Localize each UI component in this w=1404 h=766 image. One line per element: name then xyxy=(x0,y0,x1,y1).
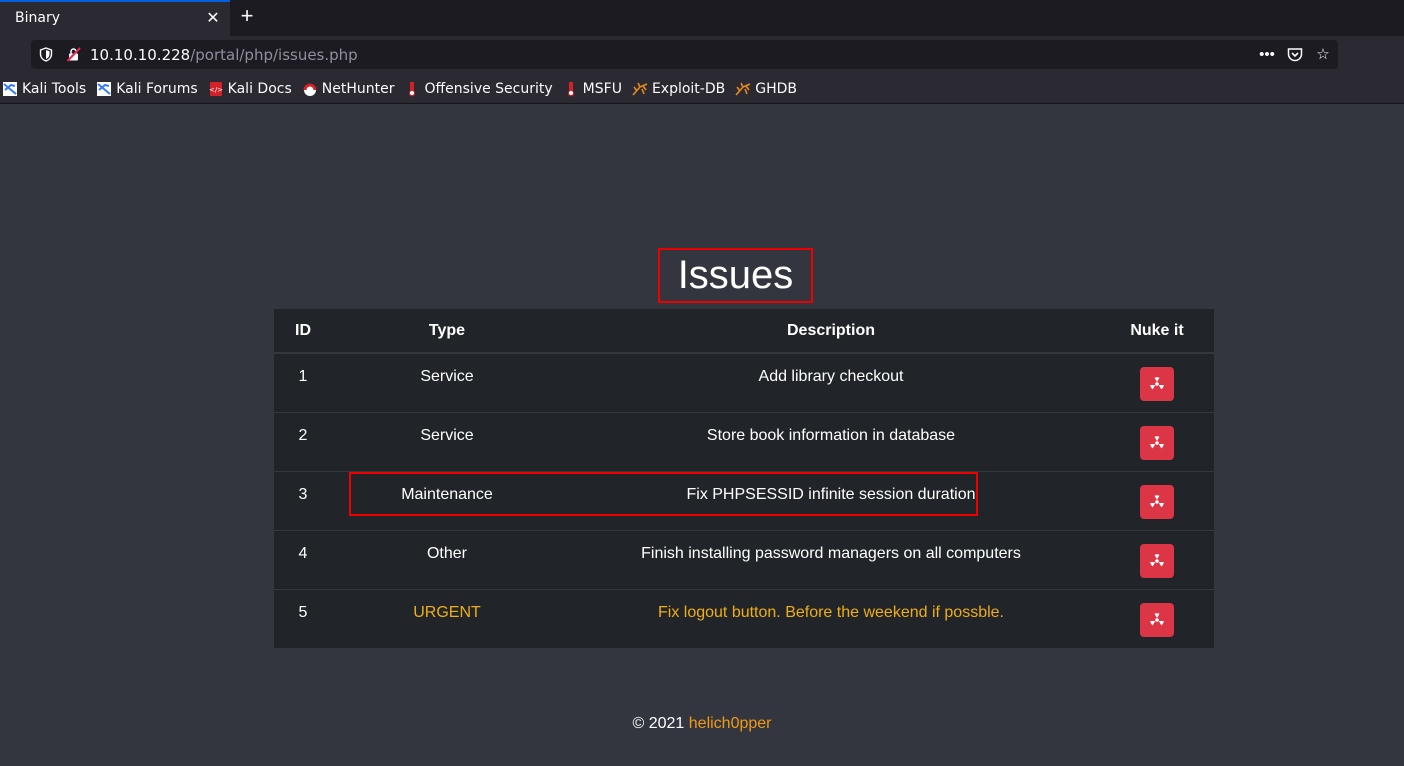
radiation-icon xyxy=(1150,553,1164,566)
nuke-cell xyxy=(1100,352,1214,412)
tab-binary[interactable]: Binary ✕ xyxy=(0,0,230,36)
issue-id: 5 xyxy=(274,588,332,648)
issue-type: Service xyxy=(332,411,562,471)
kali-icon xyxy=(2,81,18,97)
issue-description: Store book information in database xyxy=(562,411,1100,471)
bookmark-ghdb[interactable]: GHDB xyxy=(735,81,797,97)
new-tab-icon[interactable]: + xyxy=(236,5,258,29)
page-title: Issues xyxy=(677,253,794,297)
bookmark-label: Offensive Security xyxy=(424,80,553,97)
footer: © 2021 helich0pper xyxy=(0,715,1404,733)
url-path: /portal/php/issues.php xyxy=(190,46,358,64)
table-row: 5 URGENT Fix logout button. Before the w… xyxy=(274,588,1214,648)
header-type: Type xyxy=(332,309,562,354)
url-text[interactable]: 10.10.10.228/portal/php/issues.php xyxy=(90,46,358,64)
radiation-icon xyxy=(1150,377,1164,390)
bookmark-kali-forums[interactable]: Kali Forums xyxy=(96,80,198,97)
issue-description: Finish installing password managers on a… xyxy=(562,529,1100,589)
url-actions: ••• ☆ xyxy=(1258,44,1332,65)
nuke-button[interactable] xyxy=(1140,543,1174,578)
radiation-icon xyxy=(1150,494,1164,507)
nuke-cell xyxy=(1100,588,1214,648)
bookmark-label: GHDB xyxy=(755,80,797,97)
nethunter-icon xyxy=(302,81,318,97)
header-id: ID xyxy=(274,309,332,354)
bookmark-star-icon[interactable]: ☆ xyxy=(1314,46,1332,64)
bookmark-label: Kali Docs xyxy=(227,80,292,97)
offsec-icon xyxy=(563,81,579,97)
url-bar[interactable]: 10.10.10.228/portal/php/issues.php ••• ☆ xyxy=(31,40,1338,69)
table-row: 1 Service Add library checkout xyxy=(274,352,1214,412)
copyright-text: © 2021 xyxy=(632,715,685,732)
issue-id: 4 xyxy=(274,529,332,589)
bookmark-msfu[interactable]: MSFU xyxy=(563,81,622,97)
header-description: Description xyxy=(562,309,1100,354)
issue-type: URGENT xyxy=(332,588,562,648)
issue-id: 1 xyxy=(274,352,332,412)
bookmark-label: Kali Forums xyxy=(116,80,198,97)
bookmark-exploit-db[interactable]: Exploit-DB xyxy=(632,81,725,97)
insecure-lock-icon[interactable] xyxy=(66,47,82,62)
pocket-icon[interactable] xyxy=(1286,46,1304,64)
offsec-icon xyxy=(404,81,420,97)
bookmark-label: NetHunter xyxy=(321,80,395,97)
issue-description: Fix logout button. Before the weekend if… xyxy=(562,588,1100,648)
tab-strip: Binary ✕ + xyxy=(0,0,1404,36)
issue-type: Other xyxy=(332,529,562,589)
radiation-icon xyxy=(1150,435,1164,448)
nuke-button[interactable] xyxy=(1140,484,1174,519)
nuke-button[interactable] xyxy=(1140,425,1174,460)
svg-text:</>: </> xyxy=(209,86,223,94)
exploitdb-icon xyxy=(735,81,751,97)
bookmarks-toolbar: Kali Tools Kali Forums </> Kali Docs Net… xyxy=(0,74,1404,104)
row-highlight-box xyxy=(349,472,978,516)
bookmark-label: MSFU xyxy=(582,80,622,97)
exploitdb-icon xyxy=(632,81,648,97)
issue-type: Service xyxy=(332,352,562,412)
table-row: 2 Service Store book information in data… xyxy=(274,411,1214,471)
author-link[interactable]: helich0pper xyxy=(689,715,772,732)
table-header-row: ID Type Description Nuke it xyxy=(274,309,1214,354)
close-icon[interactable]: ✕ xyxy=(203,9,223,29)
kali-docs-icon: </> xyxy=(208,81,224,97)
nuke-button[interactable] xyxy=(1140,367,1174,401)
url-host: 10.10.10.228 xyxy=(90,46,191,64)
radiation-icon xyxy=(1150,612,1164,625)
bookmark-label: Exploit-DB xyxy=(651,80,726,97)
kali-icon xyxy=(96,81,112,97)
bookmark-nethunter[interactable]: NetHunter xyxy=(302,80,395,97)
nuke-cell xyxy=(1100,411,1214,471)
nuke-cell xyxy=(1100,470,1214,530)
nuke-cell xyxy=(1100,529,1214,589)
more-actions-icon[interactable]: ••• xyxy=(1258,46,1276,64)
tab-title: Binary xyxy=(15,10,60,26)
table-row: 4 Other Finish installing password manag… xyxy=(274,529,1214,589)
issue-id: 3 xyxy=(274,470,332,530)
shield-icon[interactable] xyxy=(39,47,53,62)
bookmark-offensive-security[interactable]: Offensive Security xyxy=(404,80,553,97)
bookmark-label: Kali Tools xyxy=(22,80,87,97)
nav-bar: 10.10.10.228/portal/php/issues.php ••• ☆ xyxy=(0,36,1404,74)
nuke-button[interactable] xyxy=(1140,602,1174,637)
page-content: Issues ID Type Description Nuke it 1 Ser… xyxy=(0,105,1404,766)
issue-description: Add library checkout xyxy=(562,352,1100,412)
header-nuke: Nuke it xyxy=(1100,309,1214,354)
issue-id: 2 xyxy=(274,411,332,471)
bookmark-kali-docs[interactable]: </> Kali Docs xyxy=(208,81,292,97)
bookmark-kali-tools[interactable]: Kali Tools xyxy=(2,81,86,97)
